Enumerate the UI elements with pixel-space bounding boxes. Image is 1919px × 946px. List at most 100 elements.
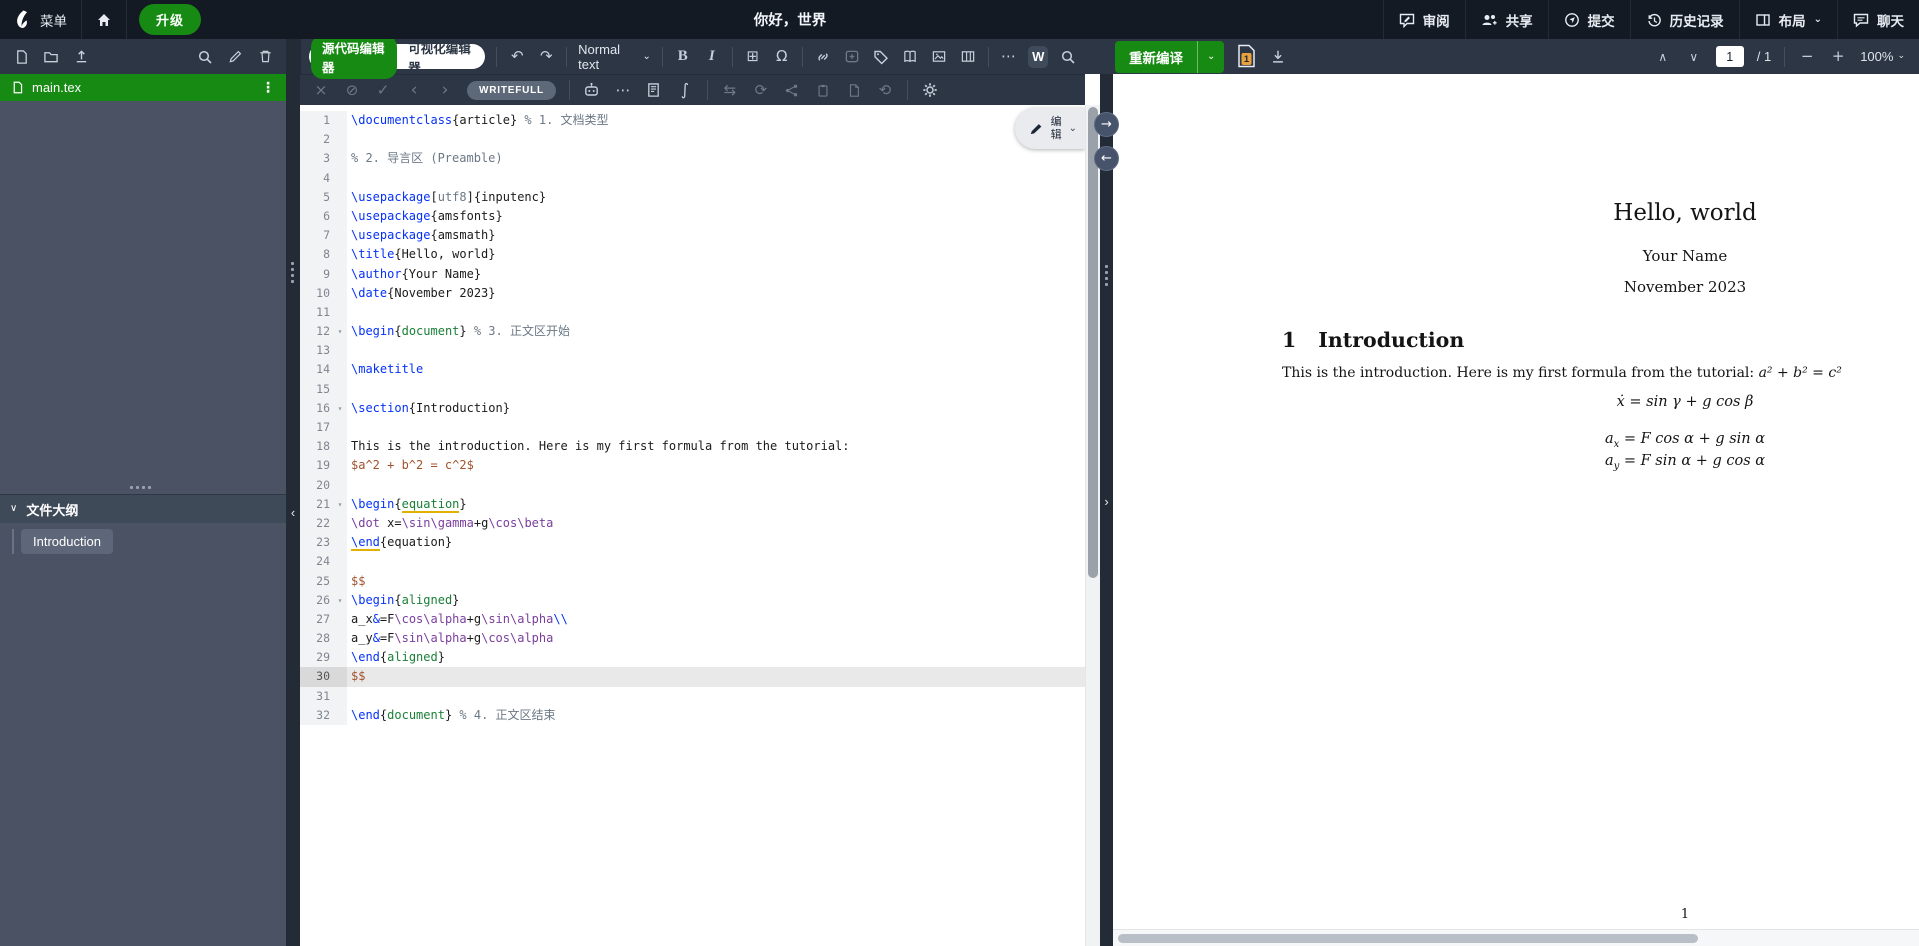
dismiss-icon[interactable]: ⊘ <box>343 79 361 101</box>
code-line-17[interactable]: 17 <box>300 418 1085 438</box>
visual-editor-tab[interactable]: 可视化编辑器 <box>397 35 483 79</box>
chat-button[interactable]: 聊天 <box>1837 0 1919 39</box>
sync-to-code-button[interactable]: ← <box>1094 146 1119 171</box>
new-file-icon[interactable] <box>12 46 30 68</box>
outline-item-introduction[interactable]: Introduction <box>21 529 113 554</box>
italic-button[interactable]: I <box>703 46 721 68</box>
outline-resize-handle[interactable] <box>130 486 151 489</box>
code-line-1[interactable]: 1 \documentclass{article} % 1. 文档类型 <box>300 111 1085 131</box>
math-insert-icon[interactable]: ⊞ <box>744 46 762 68</box>
rewrite-swap-icon[interactable]: ⇆ <box>721 79 739 101</box>
next-suggestion-icon[interactable]: › <box>436 79 454 101</box>
home-button[interactable] <box>82 0 126 39</box>
source-code-editor[interactable]: 1 \documentclass{article} % 1. 文档类型 2 3% 2.… <box>300 105 1085 946</box>
layout-button[interactable]: 布局 ⌄ <box>1738 0 1837 39</box>
file-item-maintex[interactable]: main.tex ⋮ <box>0 74 286 101</box>
code-line-28[interactable]: 28 a_y&=F\sin\alpha+g\cos\alpha <box>300 629 1085 649</box>
code-line-23[interactable]: 23 \end{equation} <box>300 533 1085 553</box>
code-line-11[interactable]: 11 <box>300 302 1085 323</box>
zoom-level-dropdown[interactable]: 100% ⌄ <box>1860 49 1905 64</box>
insert-figure-icon[interactable] <box>930 46 948 68</box>
code-line-8[interactable]: 8 \title{Hello, world} <box>300 245 1085 265</box>
edit-mode-pill[interactable]: 编 辑 ⌄ <box>1014 108 1085 149</box>
zoom-in-icon[interactable]: + <box>1829 46 1847 68</box>
next-page-icon[interactable]: ∨ <box>1685 46 1703 68</box>
code-line-18[interactable]: 18 This is the introduction. Here is my f… <box>300 437 1085 457</box>
paragraph-style-dropdown[interactable]: Normal text ⌄ <box>578 42 651 72</box>
editor-search-icon[interactable] <box>1059 46 1077 68</box>
menu-button[interactable]: 菜单 <box>0 0 81 39</box>
code-line-12[interactable]: 12 ▾ \begin{document} % 3. 正文区开始 <box>300 322 1085 342</box>
paraphrase-note-icon[interactable] <box>645 79 663 101</box>
history-button[interactable]: 历史记录 <box>1629 0 1739 39</box>
recompile-button[interactable]: 重新编译 ⌄ <box>1115 40 1225 73</box>
redo-icon[interactable]: ↷ <box>537 46 555 68</box>
add-comment-icon[interactable] <box>843 46 861 68</box>
editor-scrollbar[interactable] <box>1085 105 1100 946</box>
more-tools-icon[interactable]: ⋯ <box>999 46 1017 68</box>
code-line-32[interactable]: 32 \end{document} % 4. 正文区结束 <box>300 705 1085 725</box>
new-folder-icon[interactable] <box>42 46 60 68</box>
download-pdf-icon[interactable] <box>1269 46 1287 68</box>
delete-trash-icon[interactable] <box>256 46 274 68</box>
insert-table-icon[interactable] <box>959 46 977 68</box>
code-line-22[interactable]: 22 \dot x=\sin\gamma+g\cos\beta <box>300 513 1085 534</box>
code-line-3[interactable]: 3% 2. 导言区 (Preamble) <box>300 149 1085 169</box>
previous-suggestion-icon[interactable]: ‹ <box>405 79 423 101</box>
sync-to-pdf-button[interactable]: → <box>1094 112 1119 137</box>
pdf-scrollbar-thumb[interactable] <box>1118 934 1698 943</box>
recheck-document-icon[interactable]: ⟲ <box>876 79 894 101</box>
accept-suggestion-icon[interactable]: ✓ <box>374 79 392 101</box>
share-button[interactable]: 共享 <box>1464 0 1548 39</box>
code-line-31[interactable]: 31 <box>300 686 1085 706</box>
symbol-omega-icon[interactable]: Ω <box>773 46 791 68</box>
code-line-5[interactable]: 5 \usepackage[utf8]{inputenc} <box>300 187 1085 207</box>
code-line-4[interactable]: 4 <box>300 168 1085 188</box>
upload-icon[interactable] <box>72 46 90 68</box>
upgrade-button[interactable]: 升级 <box>139 4 202 35</box>
writefull-w-icon[interactable]: W <box>1028 45 1049 68</box>
code-line-6[interactable]: 6 \usepackage{amsfonts} <box>300 206 1085 227</box>
expand-pdf-chevron-icon[interactable]: › <box>1100 494 1113 509</box>
code-line-2[interactable]: 2 <box>300 130 1085 150</box>
cross-reference-tag-icon[interactable] <box>872 46 890 68</box>
code-line-16[interactable]: 16 ▾ \section{Introduction} <box>300 398 1085 418</box>
recompile-chevron-icon[interactable]: ⌄ <box>1197 40 1224 73</box>
file-outline-header[interactable]: ∨ 文件大纲 <box>0 494 286 523</box>
writefull-settings-gear-icon[interactable] <box>921 79 939 101</box>
divider-drag-handle[interactable] <box>291 262 294 283</box>
review-button[interactable]: 审阅 <box>1382 0 1465 39</box>
code-line-15[interactable]: 15 <box>300 379 1085 399</box>
logs-button[interactable]: 1 <box>1236 44 1257 68</box>
equation-from-text-icon[interactable]: ∫ <box>676 79 694 101</box>
ai-assistant-robot-icon[interactable] <box>583 79 601 101</box>
collapse-sidebar-chevron-icon[interactable]: ‹ <box>286 505 300 520</box>
divider-drag-handle[interactable] <box>1105 265 1108 286</box>
page-number-input[interactable] <box>1715 46 1744 67</box>
editor-pdf-divider[interactable]: → ← › <box>1094 39 1119 946</box>
code-line-9[interactable]: 9 \author{Your Name} <box>300 264 1085 284</box>
reject-suggestion-icon[interactable]: × <box>312 79 330 101</box>
submit-button[interactable]: 提交 <box>1547 0 1630 39</box>
undo-icon[interactable]: ↶ <box>508 46 526 68</box>
code-line-21[interactable]: 21 ▾ \begin{equation} <box>300 494 1085 514</box>
code-line-10[interactable]: 10 \date{November 2023} <box>300 283 1085 303</box>
code-line-7[interactable]: 7 \usepackage{amsmath} <box>300 226 1085 246</box>
rename-pencil-icon[interactable] <box>226 46 244 68</box>
code-line-30[interactable]: 30 $$ <box>300 667 1085 687</box>
code-line-20[interactable]: 20 <box>300 475 1085 495</box>
code-line-13[interactable]: 13 <box>300 341 1085 361</box>
search-project-icon[interactable] <box>196 46 214 68</box>
sidebar-editor-divider[interactable]: ‹ <box>286 39 300 946</box>
regenerate-icon[interactable]: ⟳ <box>752 79 770 101</box>
complete-sentence-icon[interactable]: ⋯ <box>614 79 632 101</box>
citation-book-icon[interactable] <box>901 46 919 68</box>
share-nodes-icon[interactable] <box>783 79 801 101</box>
pdf-horizontal-scrollbar[interactable] <box>1113 929 1919 946</box>
editor-mode-toggle[interactable]: 源代码编辑器 可视化编辑器 <box>309 34 486 79</box>
code-line-19[interactable]: 19 $a^2 + b^2 = c^2$ <box>300 456 1085 476</box>
bold-button[interactable]: B <box>674 46 692 68</box>
clipboard-icon[interactable] <box>814 79 832 101</box>
writefull-badge[interactable]: WRITEFULL <box>467 80 556 100</box>
document-icon[interactable] <box>845 79 863 101</box>
